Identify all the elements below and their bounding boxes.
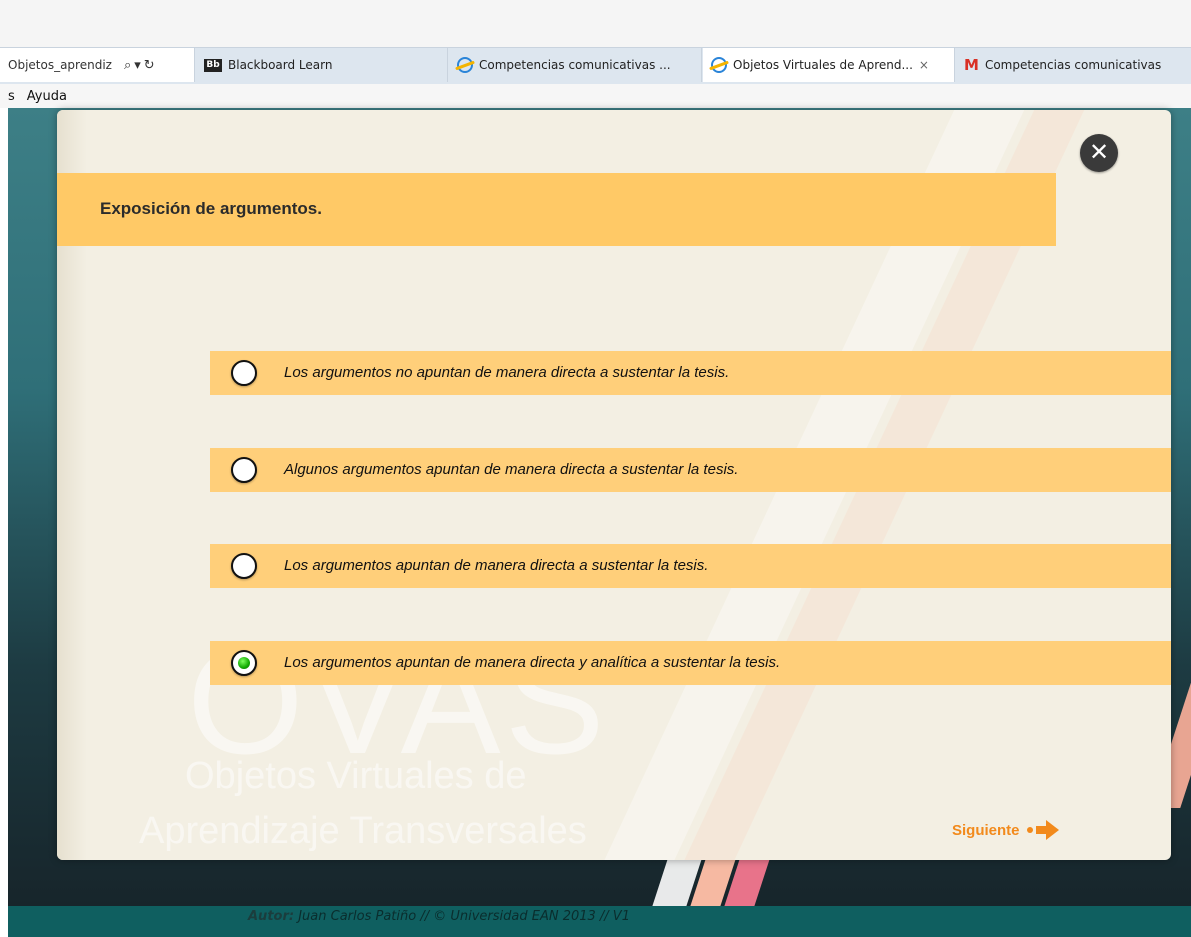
ie-icon <box>457 57 473 73</box>
ie-icon <box>711 57 727 73</box>
watermark-line-2: Aprendizaje Transversales <box>139 810 587 852</box>
author-text: Juan Carlos Patiño // © Universidad EAN … <box>294 909 630 924</box>
answer-option-4[interactable]: Los argumentos apuntan de manera directa… <box>210 641 1171 685</box>
tab-label: Competencias comunicativas ... <box>479 58 671 72</box>
address-text: Objetos_aprendiz <box>8 58 112 72</box>
tab-label: Objetos Virtuales de Aprend... <box>733 58 913 72</box>
answer-text: Los argumentos apuntan de manera directa… <box>284 557 709 574</box>
address-bar[interactable]: Objetos_aprendiz ⌕▾↻ <box>0 48 195 82</box>
blackboard-icon: Bb <box>204 58 222 72</box>
radio-button-selected[interactable] <box>231 650 257 676</box>
radio-button[interactable] <box>231 553 257 579</box>
tab-competencias-comunicativas-gmail[interactable]: M Competencias comunicativas <box>956 48 1191 82</box>
tab-competencias-comunicativas-ie[interactable]: Competencias comunicativas ... <box>449 48 702 82</box>
answer-option-2[interactable]: Algunos argumentos apuntan de manera dir… <box>210 448 1171 492</box>
tab-close-icon[interactable]: × <box>919 58 929 72</box>
tab-label: Competencias comunicativas <box>984 58 1162 72</box>
radio-button[interactable] <box>231 360 257 386</box>
tab-objetos-virtuales[interactable]: Objetos Virtuales de Aprend... × <box>703 48 955 82</box>
answer-text: Algunos argumentos apuntan de manera dir… <box>284 461 739 478</box>
arrow-right-icon <box>1026 819 1060 841</box>
gmail-icon: M <box>964 56 979 74</box>
menu-bar: s Ayuda <box>0 84 1191 108</box>
question-title: Exposición de argumentos. <box>100 199 322 218</box>
quiz-panel: OVAS Objetos Virtuales de Aprendizaje Tr… <box>57 110 1171 860</box>
author-label: Autor: <box>248 909 295 924</box>
radio-button[interactable] <box>231 457 257 483</box>
answer-option-3[interactable]: Los argumentos apuntan de manera directa… <box>210 544 1171 588</box>
menu-item-ayuda[interactable]: Ayuda <box>27 89 67 104</box>
browser-top-area <box>0 0 1191 47</box>
answer-text: Los argumentos no apuntan de manera dire… <box>284 364 730 381</box>
next-label: Siguiente <box>952 821 1020 839</box>
question-title-bar: Exposición de argumentos. <box>57 173 1056 246</box>
close-button[interactable]: ✕ <box>1080 134 1118 172</box>
answer-option-1[interactable]: Los argumentos no apuntan de manera dire… <box>210 351 1171 395</box>
tab-label: Blackboard Learn <box>228 58 333 72</box>
answer-text: Los argumentos apuntan de manera directa… <box>284 654 781 671</box>
search-refresh-icons[interactable]: ⌕▾↻ <box>124 58 158 73</box>
browser-tab-bar: Objetos_aprendiz ⌕▾↻ Bb Blackboard Learn… <box>0 47 1191 85</box>
tab-blackboard-learn[interactable]: Bb Blackboard Learn <box>196 48 448 82</box>
footer-bar: Autor: Juan Carlos Patiño // © Universid… <box>8 906 1191 937</box>
watermark-line-1: Objetos Virtuales de <box>185 755 527 797</box>
author-credit: Autor: Juan Carlos Patiño // © Universid… <box>248 909 630 924</box>
menu-item-herramientas[interactable]: s <box>8 89 15 104</box>
next-button[interactable]: Siguiente <box>952 819 1060 841</box>
